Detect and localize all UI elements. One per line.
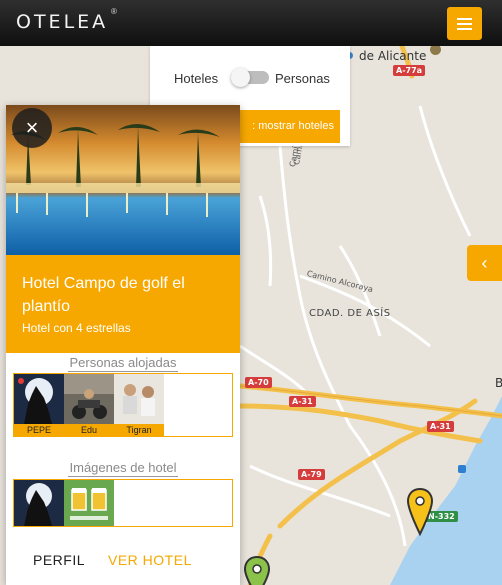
close-icon: × <box>25 115 39 140</box>
hotel-card: × Hotel Campo de golf el plantío Hotel c… <box>6 105 240 585</box>
guest-name: PEPE <box>26 425 51 435</box>
hotel-photo: × <box>6 105 240 255</box>
guest-avatar-image <box>14 374 64 424</box>
chevron-left-icon: ‹ <box>481 253 488 273</box>
hamburger-icon <box>457 18 472 20</box>
toggle-label-personas[interactable]: Personas <box>275 71 330 86</box>
close-card-button[interactable]: × <box>12 108 52 148</box>
map-city-label: de Alicante <box>359 49 427 63</box>
app-header: OTELEA ® <box>0 0 502 46</box>
map-pin-icon <box>407 488 433 536</box>
card-tabs: PERFIL VER HOTEL <box>6 552 240 576</box>
expand-panel-button[interactable]: ‹ <box>467 245 502 281</box>
guest-avatar-image <box>114 374 164 424</box>
road-shield: A-31 <box>427 421 454 432</box>
show-hotels-button[interactable]: : mostrar hoteles <box>235 110 340 143</box>
map-partial-label: B <box>495 376 502 390</box>
hotel-image-thumb[interactable] <box>64 480 114 526</box>
images-section-title: Imágenes de hotel <box>67 460 179 477</box>
hotel-image <box>14 480 64 526</box>
bus-stop-icon <box>458 465 466 473</box>
road-shield: A-79 <box>298 469 325 480</box>
hotel-marker[interactable] <box>407 488 433 536</box>
switch-knob[interactable] <box>231 68 250 87</box>
hotel-name: Hotel Campo de golf el plantío <box>22 275 185 315</box>
guest-name: Tigran <box>126 425 152 435</box>
guest-name: Edu <box>80 425 97 435</box>
registered-mark: ® <box>111 7 117 16</box>
guest-item[interactable]: Tigran <box>114 374 164 437</box>
hotel-image <box>64 480 114 526</box>
guest-item[interactable]: PEPE <box>14 374 64 437</box>
road-shield: A-77a <box>393 65 426 76</box>
otelea-logo[interactable]: OTELEA <box>16 11 108 33</box>
tab-ver-hotel[interactable]: VER HOTEL <box>108 552 192 568</box>
guest-item[interactable]: Edu <box>64 374 114 437</box>
menu-button[interactable] <box>447 7 482 40</box>
toggle-label-hoteles[interactable]: Hoteles <box>174 71 218 86</box>
hotel-title-block: Hotel Campo de golf el plantío Hotel con… <box>6 255 240 353</box>
hoteles-personas-switch[interactable] <box>231 68 269 87</box>
map-pin-icon <box>244 556 270 585</box>
guest-avatar <box>64 374 114 424</box>
district-label: CDAD. DE ASÍS <box>309 308 391 319</box>
hotel-image-thumb[interactable] <box>14 480 64 526</box>
hotel-stars-text: Hotel con 4 estrellas <box>22 321 131 335</box>
guest-avatar <box>14 374 64 424</box>
road-shield: A-31 <box>289 396 316 407</box>
tab-perfil[interactable]: PERFIL <box>33 552 85 568</box>
hotel-marker[interactable] <box>244 556 270 585</box>
guest-avatar <box>114 374 164 424</box>
hotel-images-list <box>13 479 233 527</box>
guests-list: PEPE Edu Tigran <box>13 373 233 437</box>
road-shield: A-70 <box>245 377 272 388</box>
guest-avatar-image <box>64 374 114 424</box>
guests-section-title: Personas alojadas <box>67 355 179 372</box>
